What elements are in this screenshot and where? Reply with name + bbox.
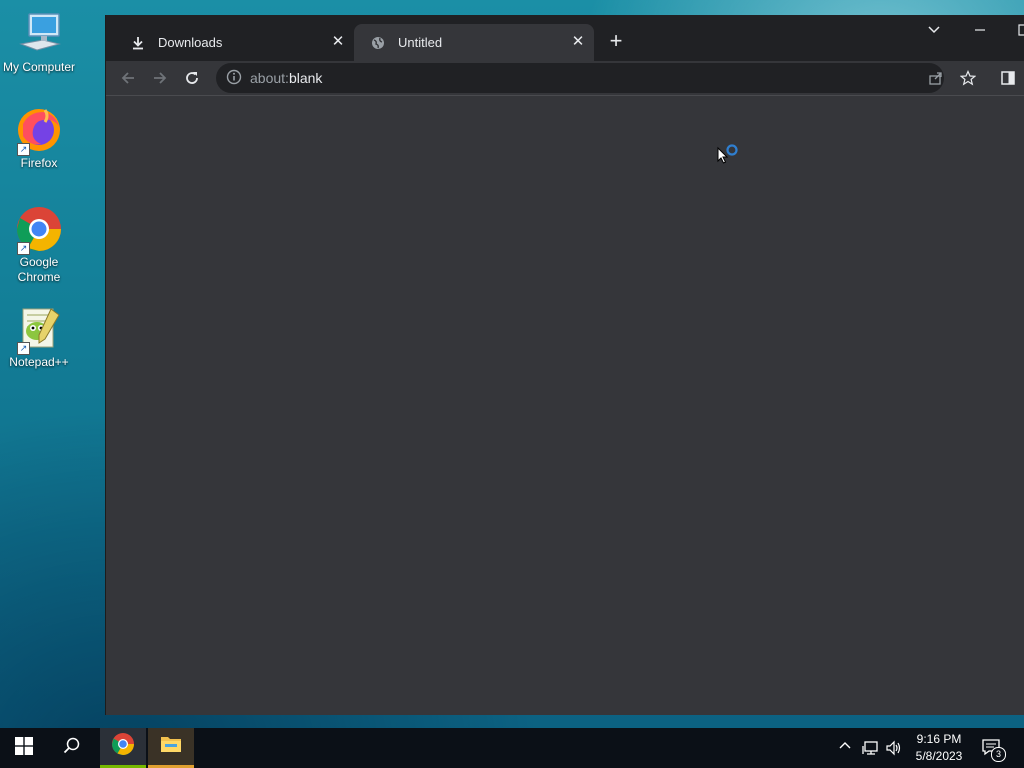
minimize-button[interactable] (968, 23, 992, 41)
taskbar-file-explorer[interactable] (148, 728, 194, 768)
file-explorer-icon (160, 734, 182, 759)
chrome-icon: ↗ (15, 205, 63, 255)
new-tab-button[interactable]: + (606, 30, 626, 52)
close-tab-icon[interactable]: ✕ (330, 34, 346, 50)
computer-icon (15, 10, 63, 58)
desktop-icon-notepadpp[interactable]: ↗ Notepad++ (0, 305, 78, 370)
download-icon (130, 35, 146, 51)
shortcut-arrow-icon: ↗ (17, 342, 30, 355)
forward-button[interactable] (147, 65, 173, 91)
reload-button[interactable] (179, 65, 205, 91)
volume-icon[interactable] (885, 728, 903, 768)
side-panel-button[interactable] (995, 65, 1021, 91)
desktop-icon-label: Notepad++ (9, 355, 69, 369)
busy-cursor-icon (717, 144, 743, 170)
notification-count-badge: 3 (991, 747, 1006, 762)
windows-start-icon (15, 736, 33, 760)
tab-search-chevron-icon[interactable] (922, 23, 946, 41)
shortcut-arrow-icon: ↗ (17, 143, 30, 156)
url-host: blank (288, 70, 323, 86)
tab-title: Downloads (158, 35, 223, 50)
desktop-icon-label: Google Chrome (17, 255, 61, 284)
action-center-button[interactable]: 3 (982, 728, 1006, 768)
search-icon (63, 737, 81, 760)
share-icon[interactable] (928, 70, 944, 89)
notification-icon: 3 (982, 738, 1006, 762)
url-scheme: about: (250, 70, 289, 86)
taskbar-chrome[interactable] (100, 728, 146, 768)
back-button[interactable] (115, 65, 141, 91)
desktop-icon-firefox[interactable]: ↗ Firefox (0, 106, 78, 171)
bookmark-star-icon[interactable] (959, 70, 977, 89)
desktop-icon-my-computer[interactable]: My Computer (0, 10, 78, 75)
tab-title: Untitled (398, 35, 443, 50)
shortcut-arrow-icon: ↗ (17, 242, 30, 255)
start-button[interactable] (0, 728, 48, 768)
info-icon[interactable] (226, 69, 242, 88)
search-button[interactable] (48, 728, 96, 768)
address-bar[interactable]: about: blank (216, 63, 977, 93)
close-tab-icon[interactable]: ✕ (570, 34, 586, 50)
show-hidden-icons-button[interactable] (838, 728, 854, 768)
taskbar-clock[interactable]: 9:16 PM 5/8/2023 (905, 731, 973, 765)
firefox-icon: ↗ (15, 106, 63, 156)
clock-date: 5/8/2023 (915, 749, 963, 763)
desktop-icon-label: My Computer (2, 60, 76, 74)
browser-toolbar: about: blank (106, 61, 1024, 96)
clock-time: 9:16 PM (916, 732, 962, 746)
tab-downloads[interactable]: Downloads ✕ (114, 24, 354, 61)
network-icon[interactable] (862, 728, 880, 768)
desktop-icon-label: Firefox (20, 156, 58, 170)
tab-untitled[interactable]: Untitled ✕ (354, 24, 594, 61)
desktop-icon-google-chrome[interactable]: ↗ Google Chrome (0, 205, 78, 285)
chrome-icon (111, 732, 135, 761)
tab-strip: Downloads ✕ Untitled ✕ + (106, 15, 1024, 61)
browser-window: Downloads ✕ Untitled ✕ + about: blank (105, 15, 1024, 715)
chevron-up-icon (838, 739, 852, 758)
page-content[interactable] (106, 96, 1024, 715)
globe-icon (370, 35, 386, 51)
notepadpp-icon: ↗ (15, 305, 63, 355)
maximize-button[interactable] (1012, 23, 1024, 41)
taskbar: 9:16 PM 5/8/2023 3 (0, 728, 1024, 768)
